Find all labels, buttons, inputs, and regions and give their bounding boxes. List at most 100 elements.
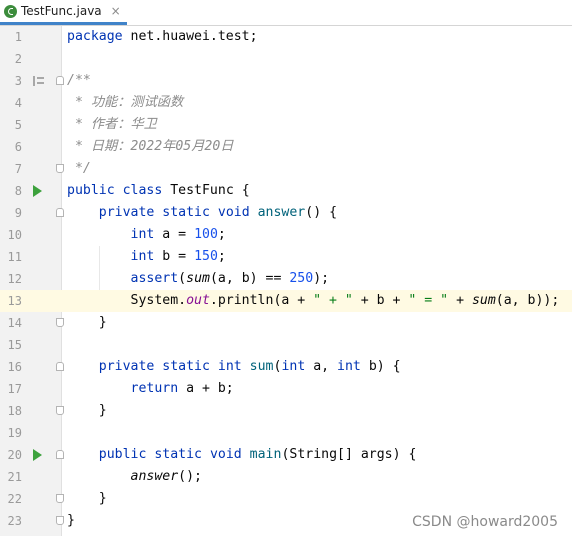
- keyword: int: [281, 359, 306, 374]
- code-line[interactable]: 4 * 功能：测试函数: [0, 92, 572, 114]
- method-name: answer: [257, 205, 306, 220]
- code-text: TestFunc {: [162, 183, 250, 198]
- line-number: 7: [14, 162, 22, 176]
- code-line[interactable]: 9 private static void answer() {: [0, 202, 572, 224]
- code-text: (: [178, 271, 187, 286]
- code-line[interactable]: 10 int a = 100;: [0, 224, 572, 246]
- code-editor[interactable]: 1 package net.huawei.test; 2 3 /** 4 * 功…: [0, 26, 572, 536]
- fold-icon[interactable]: [55, 158, 64, 180]
- fold-icon[interactable]: [55, 356, 64, 378]
- keyword: private: [98, 359, 155, 374]
- code-text: b) {: [360, 359, 401, 374]
- static-call: answer: [130, 469, 179, 484]
- line-number: 10: [7, 228, 22, 242]
- keyword: int: [337, 359, 361, 374]
- static-call: sum: [471, 293, 496, 308]
- code-text: () {: [305, 205, 338, 220]
- code-text: System.: [67, 293, 187, 308]
- string-literal: " = ": [408, 293, 449, 308]
- code-line[interactable]: 20 public static void main(String[] args…: [0, 444, 572, 466]
- code-line[interactable]: 18 }: [0, 400, 572, 422]
- code-line[interactable]: 2: [0, 48, 572, 70]
- keyword: int: [130, 249, 155, 264]
- close-icon[interactable]: ×: [111, 4, 121, 18]
- code-line[interactable]: 16 private static int sum(int a, int b) …: [0, 356, 572, 378]
- code-line[interactable]: 19: [0, 422, 572, 444]
- line-number: 21: [7, 470, 22, 484]
- code-line[interactable]: 6 * 日期：2022年05月20日: [0, 136, 572, 158]
- line-number: 12: [7, 272, 22, 286]
- doc-comment: * 作者：华卫: [67, 117, 157, 132]
- run-gutter-icon[interactable]: [32, 444, 42, 466]
- code-line[interactable]: 22 }: [0, 488, 572, 510]
- keyword: int: [130, 227, 155, 242]
- code-text: + b +: [352, 293, 409, 308]
- line-number: 22: [7, 492, 22, 506]
- code-text: (a, b) ==: [209, 271, 290, 286]
- code-text: a,: [305, 359, 338, 374]
- code-line[interactable]: 14 }: [0, 312, 572, 334]
- fold-icon[interactable]: [55, 312, 64, 334]
- code-text: ;: [217, 249, 226, 264]
- code-text: a =: [154, 227, 195, 242]
- keyword: public: [67, 183, 115, 198]
- code-text: a + b;: [178, 381, 234, 396]
- code-line[interactable]: 15: [0, 334, 572, 356]
- code-text: }: [67, 491, 107, 506]
- keyword: int: [217, 359, 242, 374]
- editor-tab-bar: TestFunc.java ×: [0, 0, 572, 26]
- code-text: );: [313, 271, 330, 286]
- fold-icon[interactable]: [55, 202, 64, 224]
- keyword: static: [162, 359, 210, 374]
- code-text: net.huawei.test;: [122, 29, 258, 44]
- string-literal: " + ": [313, 293, 353, 308]
- code-line[interactable]: 11 int b = 150;: [0, 246, 572, 268]
- code-text: ;: [217, 227, 226, 242]
- fold-icon[interactable]: [55, 488, 64, 510]
- fold-icon[interactable]: [55, 400, 64, 422]
- code-line[interactable]: 8 public class TestFunc {: [0, 180, 572, 202]
- code-line[interactable]: 12 assert(sum(a, b) == 250);: [0, 268, 572, 290]
- line-number: 11: [7, 250, 22, 264]
- code-line[interactable]: 7 */: [0, 158, 572, 180]
- line-number: 9: [14, 206, 22, 220]
- current-code-line[interactable]: 13 System.out.println(a + " + " + b + " …: [0, 290, 572, 312]
- code-line[interactable]: 17 return a + b;: [0, 378, 572, 400]
- line-number: 2: [14, 52, 22, 66]
- keyword: private: [98, 205, 155, 220]
- code-line[interactable]: 5 * 作者：华卫: [0, 114, 572, 136]
- keyword: public: [98, 447, 147, 462]
- line-number: 1: [14, 30, 22, 44]
- code-text: }: [67, 403, 107, 418]
- run-gutter-icon[interactable]: [32, 180, 42, 202]
- code-text: .println(a +: [209, 293, 314, 308]
- code-text: }: [67, 315, 107, 330]
- tab-title: TestFunc.java: [21, 4, 102, 18]
- rendered-doc-icon[interactable]: [33, 70, 45, 92]
- code-line[interactable]: 21 answer();: [0, 466, 572, 488]
- fold-icon[interactable]: [55, 510, 64, 532]
- tab-testfunc-java[interactable]: TestFunc.java ×: [0, 0, 127, 25]
- line-number: 18: [7, 404, 22, 418]
- line-number: 4: [14, 96, 22, 110]
- code-text: (a, b));: [495, 293, 560, 308]
- static-call: sum: [186, 271, 210, 286]
- fold-icon[interactable]: [55, 70, 64, 92]
- code-text: (String[] args) {: [281, 447, 417, 462]
- doc-comment: * 日期：2022年05月20日: [67, 139, 234, 154]
- line-number: 8: [14, 184, 22, 198]
- fold-icon[interactable]: [55, 444, 64, 466]
- code-line[interactable]: 3 /**: [0, 70, 572, 92]
- code-line[interactable]: 1 package net.huawei.test;: [0, 26, 572, 48]
